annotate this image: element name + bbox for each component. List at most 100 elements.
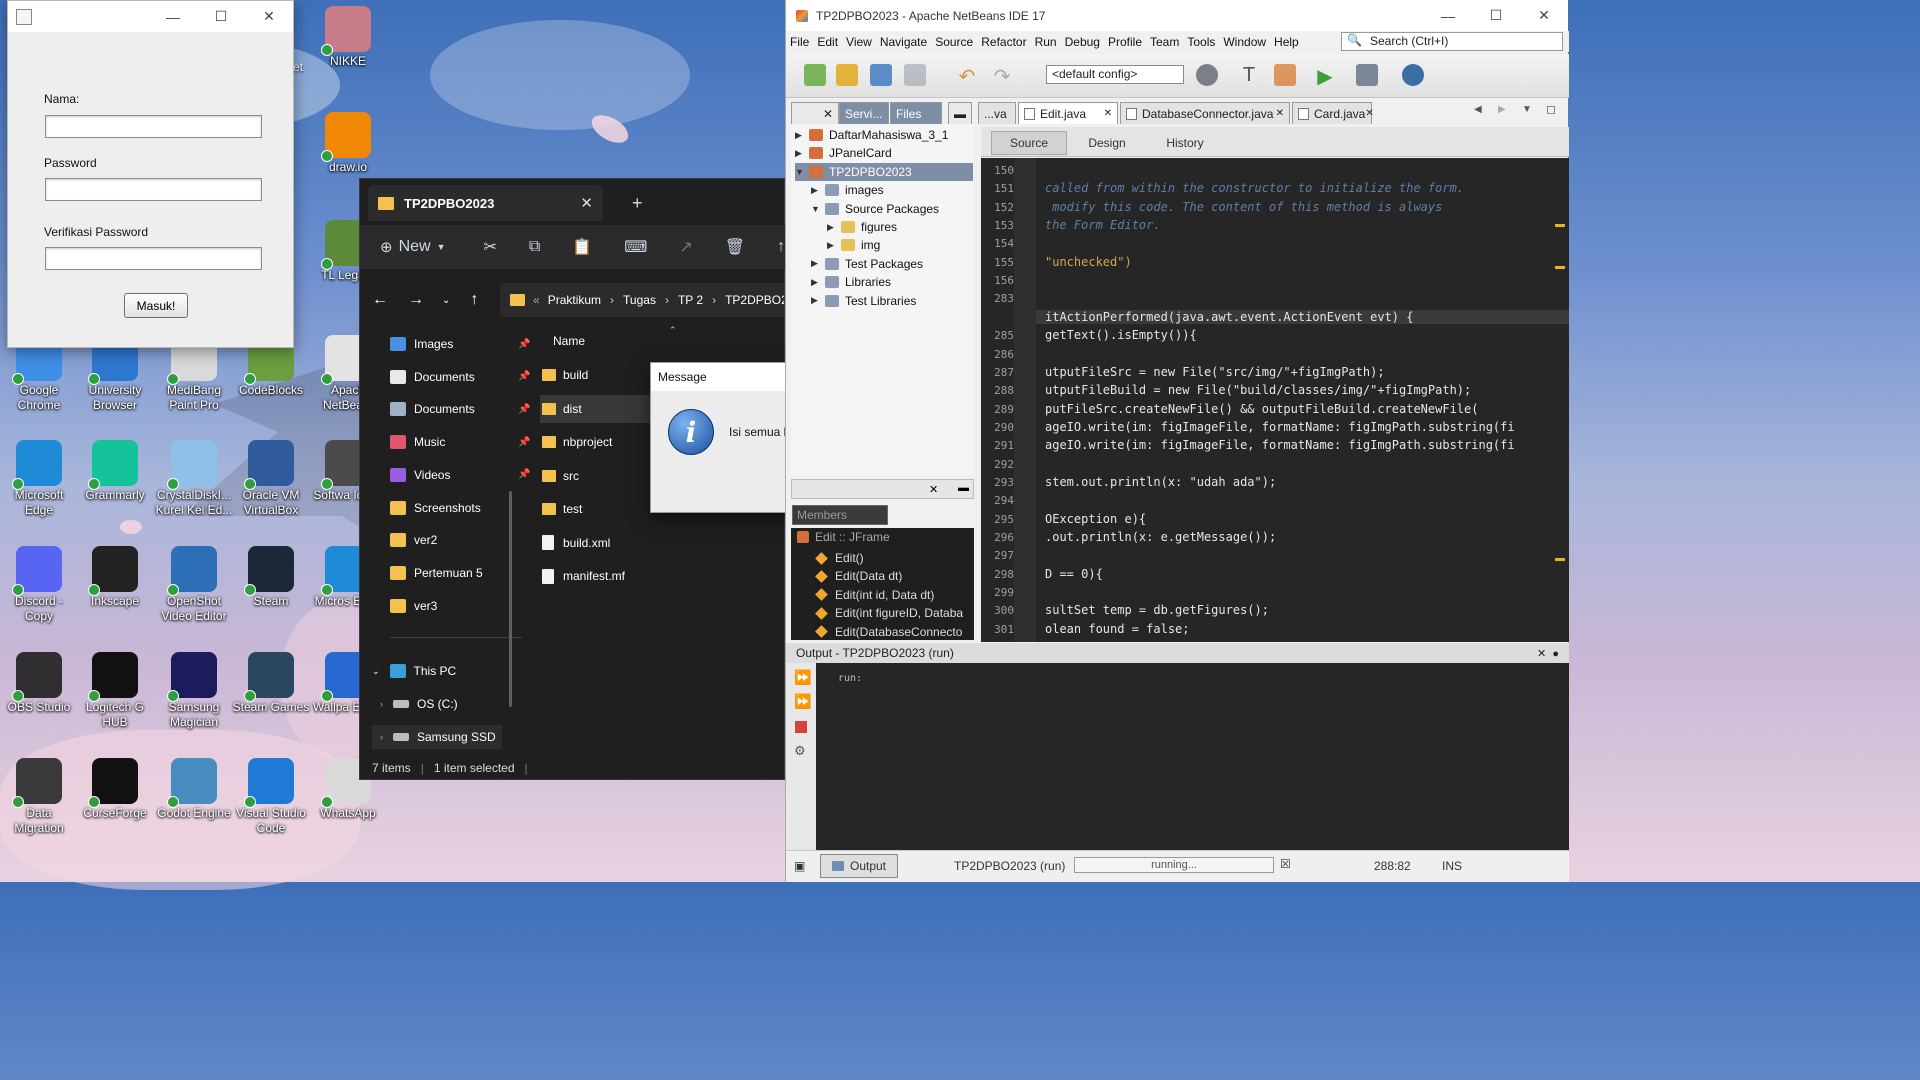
- minimize-button[interactable]: —: [149, 1, 197, 32]
- redo-icon[interactable]: ↷: [991, 64, 1013, 88]
- sidebar-item[interactable]: Screenshots: [390, 496, 520, 520]
- desktop-icon[interactable]: NIKKE: [309, 6, 387, 69]
- desktop-icon[interactable]: Steam Games: [232, 652, 310, 715]
- sidebar-item[interactable]: Documents 📌: [390, 397, 530, 421]
- chevron-right-icon[interactable]: ›: [380, 732, 383, 742]
- editor-tab[interactable]: ...va: [978, 102, 1016, 124]
- back-icon[interactable]: ←: [372, 291, 388, 309]
- tree-node[interactable]: ▶ figures: [827, 218, 1007, 236]
- minimize-button[interactable]: —: [1424, 0, 1472, 31]
- breadcrumb-separator-icon[interactable]: ›: [712, 293, 716, 307]
- sidebar-scrollbar[interactable]: [509, 491, 512, 707]
- menu-navigate[interactable]: Navigate: [876, 35, 931, 49]
- members-filter[interactable]: Members: [792, 505, 888, 525]
- close-navigator-icon[interactable]: ✕: [929, 483, 938, 496]
- menu-edit[interactable]: Edit: [813, 35, 842, 49]
- collapsed-icon[interactable]: ▶: [811, 295, 823, 306]
- menu-profile[interactable]: Profile: [1104, 35, 1146, 49]
- tab-files[interactable]: Files: [890, 102, 942, 124]
- collapsed-icon[interactable]: ▶: [795, 130, 807, 141]
- rename-icon[interactable]: ⌨: [624, 237, 647, 257]
- tree-node[interactable]: ▶ Libraries: [811, 273, 991, 291]
- desktop-icon[interactable]: CrystalDiskI... Kurei Kei Ed...: [155, 440, 233, 518]
- close-button[interactable]: ✕: [245, 1, 293, 32]
- minimize-navigator-icon[interactable]: ▬: [958, 482, 969, 494]
- share-icon[interactable]: ↗: [679, 237, 692, 257]
- collapsed-icon[interactable]: ▶: [827, 240, 839, 251]
- editor-mode-tab[interactable]: Source: [991, 131, 1067, 155]
- collapsed-icon[interactable]: ▶: [827, 222, 839, 233]
- tree-node[interactable]: ▶ img: [827, 236, 1007, 254]
- sidebar-item-this-pc[interactable]: ⌄ This PC: [372, 659, 502, 683]
- new-button[interactable]: ⊕ New ▼: [380, 238, 446, 256]
- tree-node[interactable]: ▶ Test Libraries: [811, 292, 991, 310]
- breadcrumb-item[interactable]: TP 2: [678, 293, 703, 307]
- forward-icon[interactable]: →: [408, 291, 424, 309]
- desktop-icon[interactable]: Inkscape: [76, 546, 154, 609]
- menu-debug[interactable]: Debug: [1061, 35, 1104, 49]
- sidebar-item[interactable]: ver2: [390, 528, 520, 552]
- clean-build-icon[interactable]: [1274, 64, 1296, 86]
- expanded-icon[interactable]: ▼: [795, 167, 807, 177]
- tree-node[interactable]: ▼ TP2DPBO2023: [795, 162, 973, 181]
- close-tab-icon[interactable]: ✕: [1276, 108, 1284, 119]
- build-icon[interactable]: T: [1238, 64, 1260, 86]
- close-tab-icon[interactable]: ✕: [1104, 108, 1112, 119]
- collapsed-icon[interactable]: ▶: [811, 277, 823, 288]
- tab-scroll-left-icon[interactable]: ◀: [1474, 104, 1482, 115]
- breadcrumb-separator-icon[interactable]: ›: [610, 293, 614, 307]
- desktop-icon[interactable]: Discord - Copy: [0, 546, 78, 624]
- sidebar-item-drive[interactable]: › OS (C:): [380, 692, 510, 716]
- new-file-icon[interactable]: [804, 64, 826, 86]
- menu-view[interactable]: View: [842, 35, 876, 49]
- menu-source[interactable]: Source: [931, 35, 977, 49]
- file-row[interactable]: build.xml: [540, 529, 786, 557]
- menu-team[interactable]: Team: [1146, 35, 1183, 49]
- new-tab-button[interactable]: +: [632, 193, 643, 214]
- desktop-icon[interactable]: Logitech G HUB: [76, 652, 154, 730]
- desktop-icon[interactable]: Samsung Magician: [155, 652, 233, 730]
- desktop-icon[interactable]: Steam: [232, 546, 310, 609]
- pin-icon[interactable]: 📌: [518, 339, 530, 350]
- rerun-with-params-icon[interactable]: ⏩: [794, 693, 811, 710]
- output-toggle-icon[interactable]: ▣: [794, 859, 805, 873]
- undo-icon[interactable]: ↶: [956, 64, 978, 88]
- config-select[interactable]: <default config>: [1046, 65, 1184, 84]
- tree-node[interactable]: ▶ JPanelCard: [795, 144, 975, 162]
- rerun-icon[interactable]: ⏩: [794, 669, 811, 686]
- pin-icon[interactable]: 📌: [518, 469, 530, 480]
- breadcrumb-separator-icon[interactable]: ›: [665, 293, 669, 307]
- maximize-editor-icon[interactable]: ◻: [1546, 102, 1556, 116]
- menu-refactor[interactable]: Refactor: [977, 35, 1030, 49]
- overflow-chevron-icon[interactable]: «: [533, 293, 540, 307]
- member-item[interactable]: Edit(): [815, 549, 864, 567]
- desktop-icon[interactable]: OBS Studio: [0, 652, 78, 715]
- editor-mode-tab[interactable]: Design: [1069, 131, 1145, 155]
- chevron-down-icon[interactable]: ⌄: [372, 666, 380, 677]
- tab-scroll-right-icon[interactable]: ▶: [1498, 104, 1506, 115]
- submit-button[interactable]: Masuk!: [124, 293, 188, 318]
- tree-node[interactable]: ▶ DaftarMahasiswa_3_1: [795, 126, 975, 144]
- menu-window[interactable]: Window: [1219, 35, 1270, 49]
- sidebar-item[interactable]: Documents 📌: [390, 365, 530, 389]
- tree-node[interactable]: ▶ Test Packages: [811, 255, 991, 273]
- menu-run[interactable]: Run: [1031, 35, 1061, 49]
- settings-icon[interactable]: ⚙: [794, 743, 806, 759]
- pin-icon[interactable]: 📌: [518, 437, 530, 448]
- tab-services[interactable]: Servi...: [839, 102, 889, 124]
- cut-icon[interactable]: ✂: [484, 237, 497, 257]
- delete-icon[interactable]: 🗑: [725, 237, 745, 257]
- copy-icon[interactable]: ⧉: [529, 238, 540, 256]
- password-input[interactable]: [45, 178, 262, 201]
- member-item[interactable]: Edit(DatabaseConnecto: [815, 623, 962, 641]
- member-item[interactable]: Edit(Data dt): [815, 567, 902, 585]
- sort-icon[interactable]: ↑: [777, 238, 785, 256]
- ide-search-input[interactable]: Search (Ctrl+I): [1341, 32, 1563, 51]
- explorer-tab[interactable]: TP2DPBO2023 ✕: [368, 185, 603, 221]
- verify-password-input[interactable]: [45, 247, 262, 270]
- run-icon[interactable]: ▶: [1314, 64, 1336, 88]
- save-all-icon[interactable]: [904, 64, 926, 86]
- maximize-button[interactable]: ☐: [1472, 0, 1520, 31]
- debug-icon[interactable]: [1356, 64, 1378, 86]
- breadcrumb[interactable]: « Praktikum › Tugas › TP 2 › TP2DPBO20: [500, 283, 784, 317]
